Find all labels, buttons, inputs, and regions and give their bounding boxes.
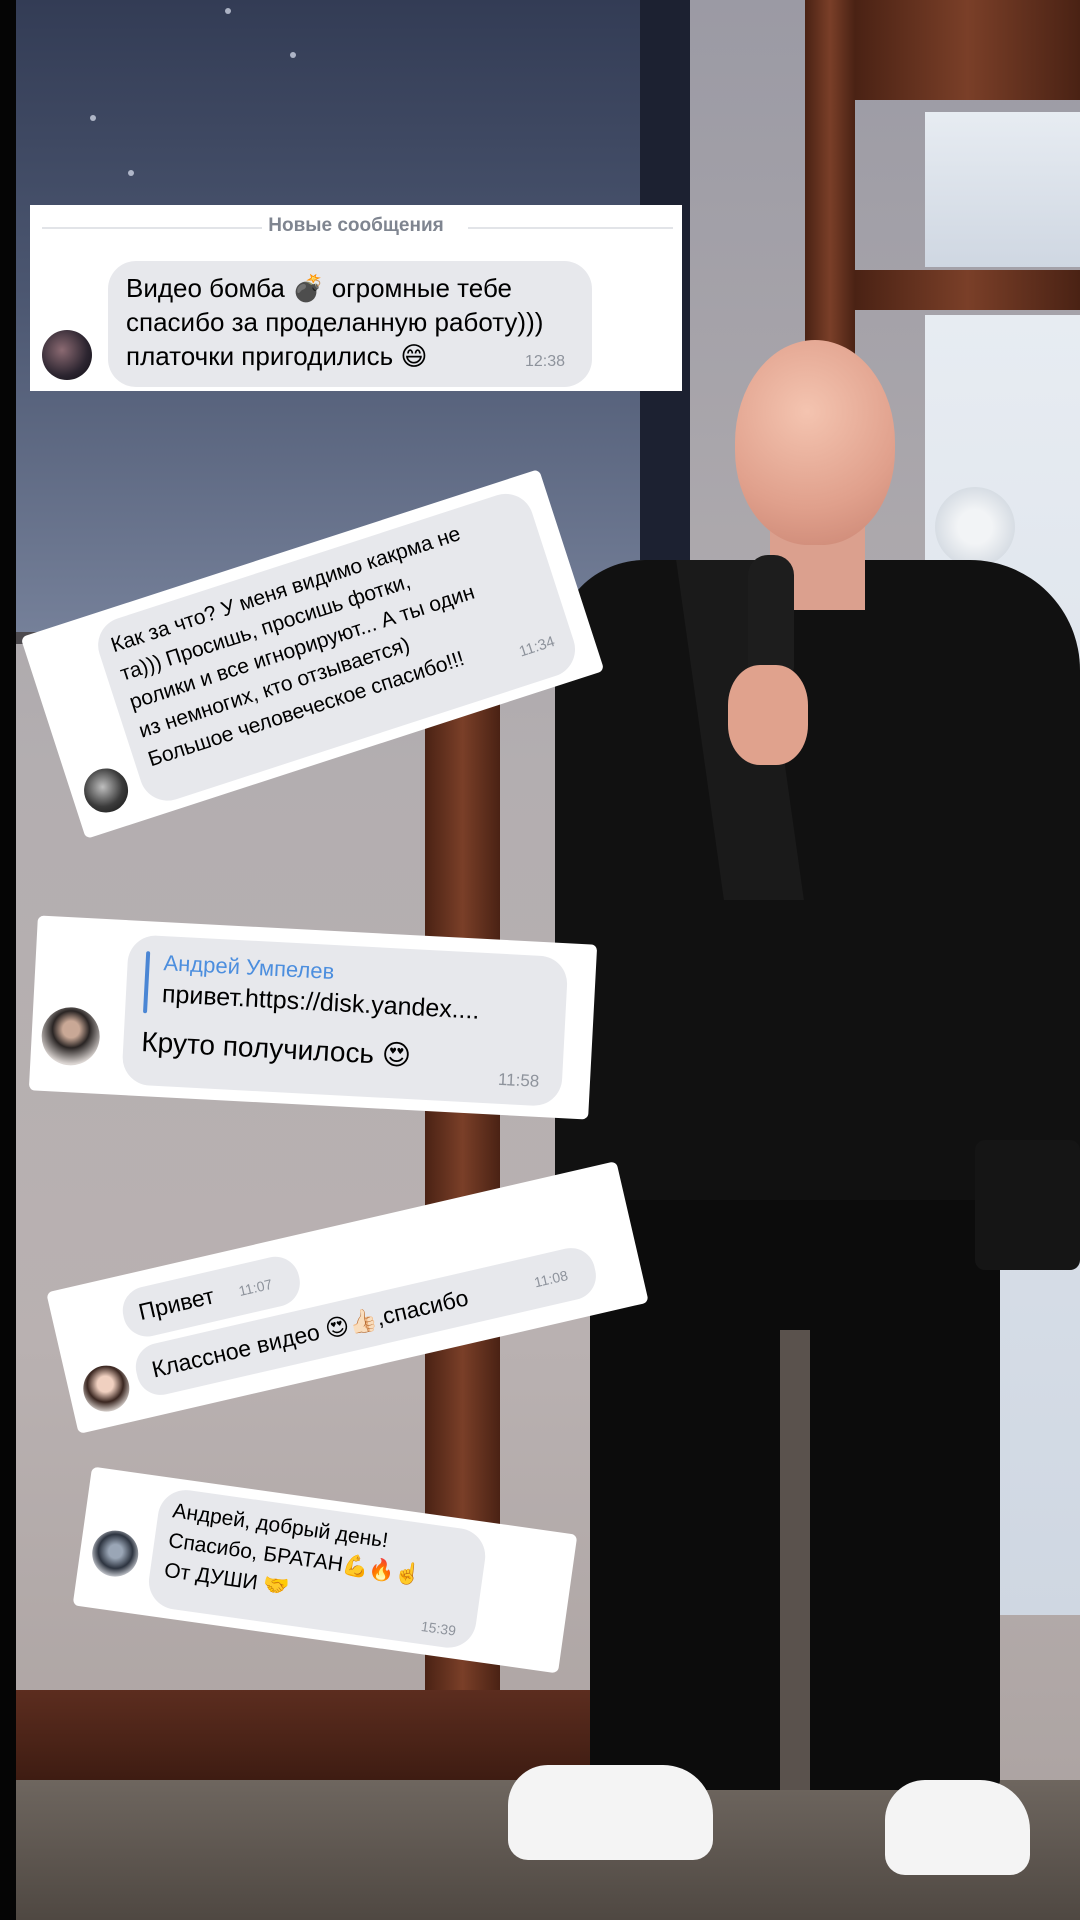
person-head bbox=[735, 340, 895, 545]
person-hand bbox=[728, 665, 808, 765]
person-shoe bbox=[885, 1780, 1030, 1875]
moon-lamp bbox=[935, 487, 1015, 567]
new-messages-divider: Новые сообщения bbox=[268, 215, 444, 236]
left-edge-strip bbox=[0, 0, 16, 1920]
message-time: 11:58 bbox=[497, 1069, 540, 1091]
message-card: Андрей Умпелев привет.https://disk.yande… bbox=[28, 915, 598, 1120]
message-text: Видео бомба 💣 огромные тебе спасибо за п… bbox=[126, 273, 544, 371]
screen-star bbox=[225, 8, 231, 14]
avatar[interactable] bbox=[40, 1005, 102, 1067]
screen-star bbox=[128, 170, 134, 176]
avatar[interactable] bbox=[89, 1527, 142, 1580]
legs-gap bbox=[780, 1330, 810, 1790]
message-time: 12:38 bbox=[525, 353, 566, 370]
person-jacket bbox=[555, 560, 1080, 1200]
window-pane bbox=[925, 112, 1080, 267]
avatar[interactable] bbox=[78, 762, 134, 819]
window-frame bbox=[855, 0, 1080, 100]
avatar[interactable] bbox=[78, 1361, 134, 1417]
person-shoe bbox=[508, 1765, 713, 1860]
avatar[interactable] bbox=[42, 330, 92, 380]
screen-star bbox=[90, 115, 96, 121]
screen-star bbox=[290, 52, 296, 58]
microphone bbox=[748, 555, 794, 675]
message-card: Новые сообщения Видео бомба 💣 огромные т… bbox=[30, 205, 682, 391]
camera-rig bbox=[975, 1140, 1080, 1270]
window-frame bbox=[855, 270, 1080, 310]
